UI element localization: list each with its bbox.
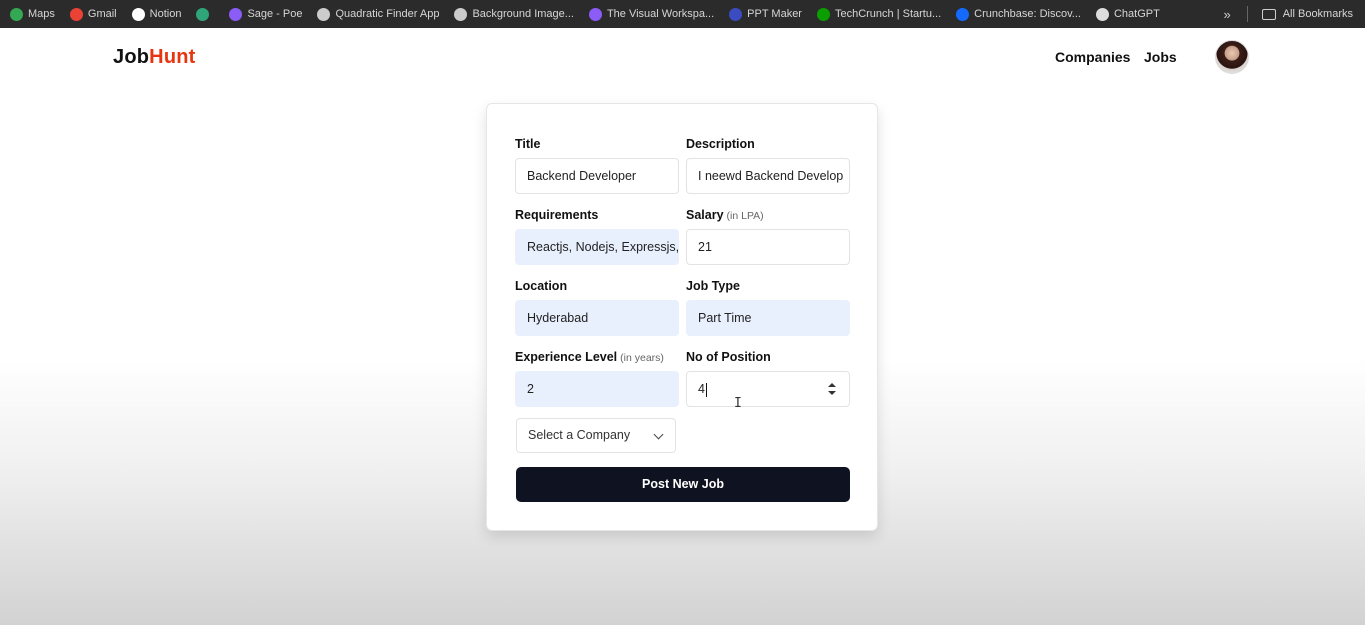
poe-icon	[229, 7, 243, 21]
bookmark-item[interactable]: Sage - Poe	[229, 7, 303, 21]
bookmarks-bar: Maps Gmail Notion Sage - Poe Quadratic Finde…	[0, 0, 1365, 28]
app-icon	[196, 7, 210, 21]
brand-logo-part2: Hunt	[149, 46, 196, 68]
bookmarks-list: Maps Gmail Notion Sage - Poe Quadratic Finde…	[10, 7, 1175, 21]
bookmark-item[interactable]: ChatGPT	[1095, 7, 1160, 21]
bookmark-item[interactable]: Background Image...	[454, 7, 574, 21]
avatar[interactable]	[1215, 40, 1249, 74]
salary-input[interactable]: 21	[686, 229, 850, 265]
company-select-placeholder: Select a Company	[528, 428, 631, 442]
text-caret	[705, 382, 707, 397]
bookmark-label: Background Image...	[472, 8, 574, 20]
more-bookmarks-icon[interactable]: »	[1223, 7, 1230, 22]
company-select[interactable]: Select a Company	[516, 418, 676, 453]
positions-value: 4	[698, 382, 705, 396]
bookmark-label: ChatGPT	[1113, 8, 1160, 20]
salary-hint: (in LPA)	[726, 210, 764, 222]
experience-label: Experience Level (in years)	[515, 350, 664, 364]
nav-jobs-link[interactable]: Jobs	[1144, 49, 1177, 65]
bookmark-item[interactable]	[196, 7, 214, 21]
maps-pin-icon	[10, 7, 23, 21]
bookmark-label: Gmail	[87, 8, 117, 20]
bookmark-label: The Visual Workspa...	[606, 8, 715, 20]
techcrunch-icon	[816, 7, 830, 21]
bookmark-item[interactable]: PPT Maker	[729, 7, 802, 21]
title-label: Title	[515, 137, 541, 151]
salary-label-text: Salary	[686, 208, 724, 222]
job-type-label: Job Type	[686, 279, 740, 293]
description-label: Description	[686, 137, 755, 151]
brand-logo-part1: Job	[113, 46, 150, 68]
positions-number-input[interactable]: 4	[686, 371, 850, 407]
requirements-label: Requirements	[515, 208, 599, 222]
bookmark-label: TechCrunch | Startu...	[834, 8, 942, 20]
all-bookmarks-link[interactable]: All Bookmarks	[1283, 8, 1353, 20]
requirements-input[interactable]: Reactjs, Nodejs, Expressjs,	[515, 229, 679, 265]
experience-hint: (in years)	[620, 352, 664, 364]
text-cursor-icon: I	[734, 396, 742, 411]
ppt-icon	[729, 7, 743, 21]
salary-label: Salary (in LPA)	[686, 208, 764, 222]
bookmark-label: Notion	[149, 8, 182, 20]
positions-label: No of Position	[686, 350, 771, 364]
chatgpt-icon	[1095, 7, 1109, 21]
folder-icon	[1261, 8, 1276, 20]
location-label: Location	[515, 279, 568, 293]
post-job-form-card: Title Backend Developer Description I ne…	[486, 103, 878, 531]
crunchbase-icon	[956, 7, 970, 21]
bookmark-label: Sage - Poe	[247, 8, 303, 20]
bookmark-item[interactable]: Maps	[10, 7, 55, 21]
nav-companies-link[interactable]: Companies	[1055, 49, 1130, 65]
bookmark-label: PPT Maker	[747, 8, 802, 20]
bookmark-item[interactable]: Notion	[131, 7, 182, 21]
notion-icon	[131, 7, 145, 21]
location-input[interactable]: Hyderabad	[515, 300, 679, 336]
bookmark-item[interactable]: TechCrunch | Startu...	[816, 7, 942, 21]
globe-icon	[317, 7, 331, 21]
brand-logo[interactable]: JobHunt	[113, 46, 196, 69]
workspace-icon	[588, 7, 602, 21]
description-input[interactable]: I neewd Backend Develop	[686, 158, 850, 194]
bookmark-label: Maps	[28, 8, 55, 20]
title-input[interactable]: Backend Developer	[515, 158, 679, 194]
globe-icon	[454, 7, 468, 21]
bookmark-label: Quadratic Finder App	[335, 8, 440, 20]
number-spinner-icon[interactable]	[828, 383, 836, 395]
post-new-job-button[interactable]: Post New Job	[516, 467, 850, 502]
bookmark-item[interactable]: Crunchbase: Discov...	[956, 7, 1081, 21]
bookmark-item[interactable]: Gmail	[69, 7, 117, 21]
experience-label-text: Experience Level	[515, 350, 618, 364]
bookmarks-separator	[1246, 6, 1248, 22]
experience-input[interactable]: 2	[515, 371, 679, 407]
bookmark-item[interactable]: Quadratic Finder App	[317, 7, 440, 21]
chevron-down-icon	[653, 429, 664, 440]
bookmark-item[interactable]: The Visual Workspa...	[588, 7, 715, 21]
gmail-icon	[69, 7, 83, 21]
job-type-input[interactable]: Part Time	[686, 300, 850, 336]
bookmarks-right: » All Bookmarks	[1223, 0, 1353, 28]
bookmark-label: Crunchbase: Discov...	[974, 8, 1081, 20]
